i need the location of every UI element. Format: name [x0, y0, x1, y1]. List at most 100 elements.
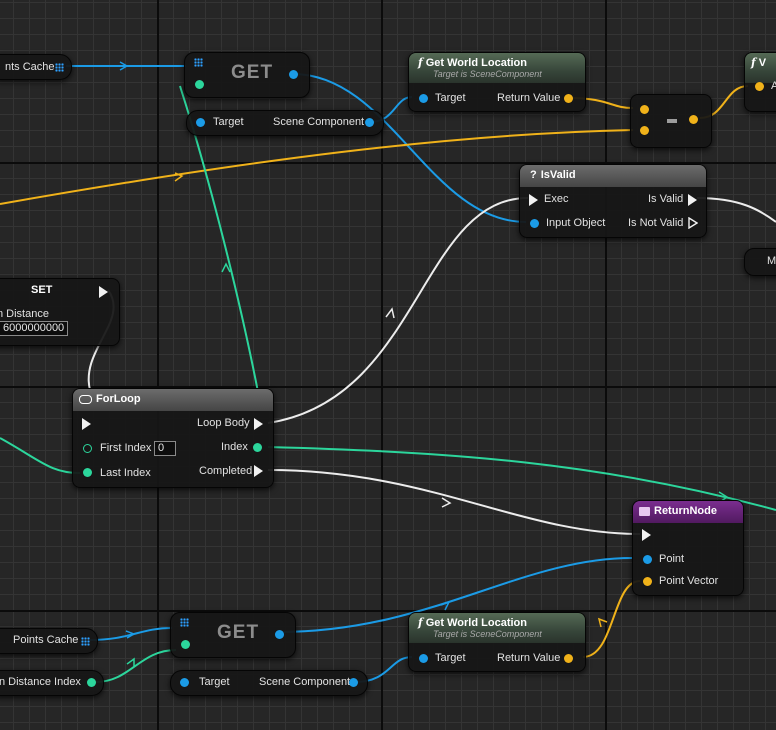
index-input-pin[interactable]: [195, 80, 204, 89]
distance-value-field[interactable]: 6000000000: [0, 321, 69, 336]
scene-component-label: Scene Component: [259, 676, 351, 688]
first-index-label: First Index: [100, 442, 152, 454]
completed-label: Completed: [199, 465, 253, 477]
scene-component-label: Scene Component: [273, 116, 365, 128]
return-value-label: Return Value: [497, 652, 561, 664]
exec-output-pin[interactable]: [99, 286, 108, 298]
get-target-row-bottom[interactable]: Target Scene Component: [170, 670, 368, 696]
index-label: Index: [221, 441, 248, 453]
array-grid-icon: [180, 618, 189, 627]
function-title: f Get World Location: [418, 616, 527, 629]
wire-completed-to-return: [267, 469, 641, 535]
distance-index-output-pin[interactable]: [87, 678, 96, 687]
function-subtitle: Target is SceneComponent: [433, 629, 542, 639]
function-subtitle: Target is SceneComponent: [433, 69, 542, 79]
array-grid-icon[interactable]: [81, 637, 90, 646]
first-index-pin[interactable]: [83, 444, 92, 453]
last-index-label: Last Index: [100, 467, 151, 479]
input-object-pin[interactable]: [530, 219, 539, 228]
wire-isvalid-out: [696, 197, 776, 223]
return-value-pin[interactable]: [564, 94, 573, 103]
loop-icon: [79, 394, 92, 404]
set-title: SET: [31, 284, 53, 296]
target-label: Target: [213, 116, 244, 128]
partial-right-node[interactable]: M: [744, 248, 776, 276]
function-title: f Get World Location: [418, 56, 527, 69]
distance-var-label: n Distance: [0, 308, 49, 320]
partial-node-label: M: [767, 255, 776, 267]
array-grid-icon: [194, 58, 203, 67]
scene-component-pin[interactable]: [349, 678, 358, 687]
for-loop-node[interactable]: ForLoop Loop Body First Index 0 Index La…: [72, 388, 274, 488]
get-output-pin[interactable]: [275, 630, 284, 639]
get-target-row-top[interactable]: Target Scene Component: [186, 110, 384, 136]
function-icon: f: [418, 616, 423, 629]
vector-subtract-node[interactable]: [630, 94, 712, 148]
is-valid-title: ? IsValid: [530, 169, 576, 181]
target-label: Target: [435, 92, 466, 104]
is-not-valid-label: Is Not Valid: [628, 217, 684, 229]
partial-function-node[interactable]: fV A: [744, 52, 776, 112]
distance-index-label: n Distance Index: [0, 676, 81, 688]
get-title: GET: [231, 62, 274, 83]
a-input-pin[interactable]: [755, 82, 764, 91]
points-cache-variable-bottom[interactable]: Points Cache: [0, 628, 98, 654]
exec-input-pin[interactable]: [82, 418, 91, 430]
set-variable-node[interactable]: SET n Distance 6000000000: [0, 278, 120, 346]
is-valid-exec-pin[interactable]: [688, 194, 697, 206]
point-input-pin[interactable]: [643, 555, 652, 564]
point-vector-label: Point Vector: [659, 575, 719, 587]
function-icon: f: [751, 56, 756, 69]
scene-component-pin[interactable]: [365, 118, 374, 127]
exec-label: Exec: [544, 193, 569, 205]
return-node-title: ReturnNode: [639, 505, 717, 517]
distance-index-variable[interactable]: n Distance Index: [0, 670, 104, 696]
get-world-location-node-top[interactable]: f Get World Location Target is SceneCompo…: [408, 52, 586, 112]
function-icon: f: [418, 56, 423, 69]
subtract-symbol: [667, 119, 677, 123]
wire-distance-index-to-get-bottom: [95, 649, 177, 683]
loop-body-exec-pin[interactable]: [254, 418, 263, 430]
completed-exec-pin[interactable]: [254, 465, 263, 477]
target-input-pin[interactable]: [419, 654, 428, 663]
wire-arrow-4: [385, 307, 395, 319]
exec-input-pin[interactable]: [642, 529, 651, 541]
point-vector-input-pin[interactable]: [643, 577, 652, 586]
wire-last-index-from-left: [0, 437, 81, 474]
a-label: A: [771, 80, 776, 92]
target-input-pin[interactable]: [419, 94, 428, 103]
first-index-field[interactable]: 0: [154, 441, 176, 456]
a-input-pin[interactable]: [640, 105, 649, 114]
return-value-pin[interactable]: [564, 654, 573, 663]
target-pin[interactable]: [196, 118, 205, 127]
target-label: Target: [199, 676, 230, 688]
index-input-pin[interactable]: [181, 640, 190, 649]
get-world-location-node-bottom[interactable]: f Get World Location Target is SceneCompo…: [408, 612, 586, 672]
exec-input-pin[interactable]: [529, 194, 538, 206]
get-output-pin[interactable]: [289, 70, 298, 79]
target-label: Target: [435, 652, 466, 664]
loop-body-label: Loop Body: [197, 417, 250, 429]
target-pin[interactable]: [180, 678, 189, 687]
input-object-label: Input Object: [546, 217, 606, 229]
index-output-pin[interactable]: [253, 443, 262, 452]
get-title: GET: [217, 622, 260, 643]
wire-arrow-5: [441, 497, 452, 508]
last-index-pin[interactable]: [83, 468, 92, 477]
return-node[interactable]: ReturnNode Point Point Vector: [632, 500, 744, 596]
blueprint-graph-canvas[interactable]: nts Cache GET Target Scene Component f Ge…: [0, 0, 776, 730]
is-valid-node[interactable]: ? IsValid Exec Input Object Is Valid Is N…: [519, 164, 707, 238]
wire-world-location-bottom-to-return: [582, 580, 641, 658]
get-array-node-bottom[interactable]: GET: [170, 612, 296, 658]
points-cache-label: Points Cache: [13, 634, 79, 646]
point-label: Point: [659, 553, 685, 565]
array-grid-icon[interactable]: [55, 63, 64, 72]
question-icon: ?: [530, 169, 537, 181]
wire-points-cache-bottom-to-get: [89, 627, 173, 641]
vector-output-pin[interactable]: [689, 115, 698, 124]
is-not-valid-exec-pin[interactable]: [688, 217, 698, 229]
get-array-node-top[interactable]: GET: [184, 52, 310, 98]
return-icon: [639, 506, 650, 516]
points-cache-variable-top[interactable]: nts Cache: [0, 54, 72, 80]
b-input-pin[interactable]: [640, 126, 649, 135]
